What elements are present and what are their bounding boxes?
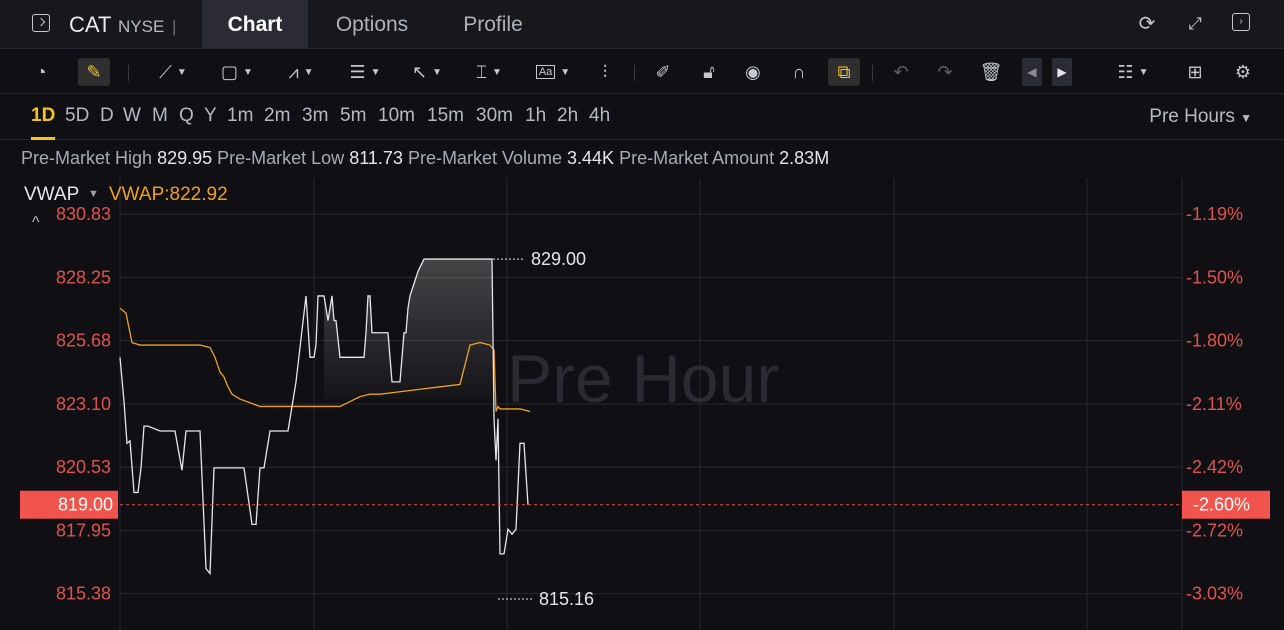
y-tick-label: 820.53 — [56, 457, 111, 477]
current-price-label: 819.00 — [58, 495, 113, 515]
collapse-icon[interactable]: ^ — [32, 214, 40, 232]
chart-watermark: Pre Hour — [507, 341, 779, 417]
y-tick-label: 830.83 — [56, 204, 111, 224]
y-tick-label: 817.95 — [56, 521, 111, 541]
current-pct-label: -2.60% — [1193, 495, 1250, 515]
vwap-value: VWAP:822.92 — [109, 184, 228, 205]
indicator-name[interactable]: VWAP — [24, 184, 79, 206]
chevron-down-icon[interactable]: ▼ — [88, 188, 99, 200]
pct-tick-label: -3.03% — [1186, 584, 1243, 604]
pct-tick-label: -2.72% — [1186, 521, 1243, 541]
pct-tick-label: -1.50% — [1186, 267, 1243, 287]
price-fill-area — [324, 259, 492, 400]
low-marker-label: 815.16 — [539, 589, 594, 609]
pct-tick-label: -2.11% — [1186, 394, 1242, 414]
y-tick-label: 825.68 — [56, 331, 111, 351]
pct-tick-label: -2.42% — [1186, 457, 1243, 477]
y-tick-label: 828.25 — [56, 267, 111, 287]
high-marker-label: 829.00 — [531, 249, 586, 269]
y-tick-label: 815.38 — [56, 584, 111, 604]
pct-tick-label: -1.80% — [1186, 331, 1243, 351]
price-chart[interactable]: Pre Hour 830.83 -1.19% 828.25 -1.50% 825.68 -… — [0, 0, 1284, 630]
price-markers: 829.00 815.16 — [489, 249, 594, 609]
vwap-fill-area — [324, 259, 492, 400]
pct-tick-label: -1.19% — [1186, 204, 1243, 224]
y-tick-label: 823.10 — [56, 394, 111, 414]
